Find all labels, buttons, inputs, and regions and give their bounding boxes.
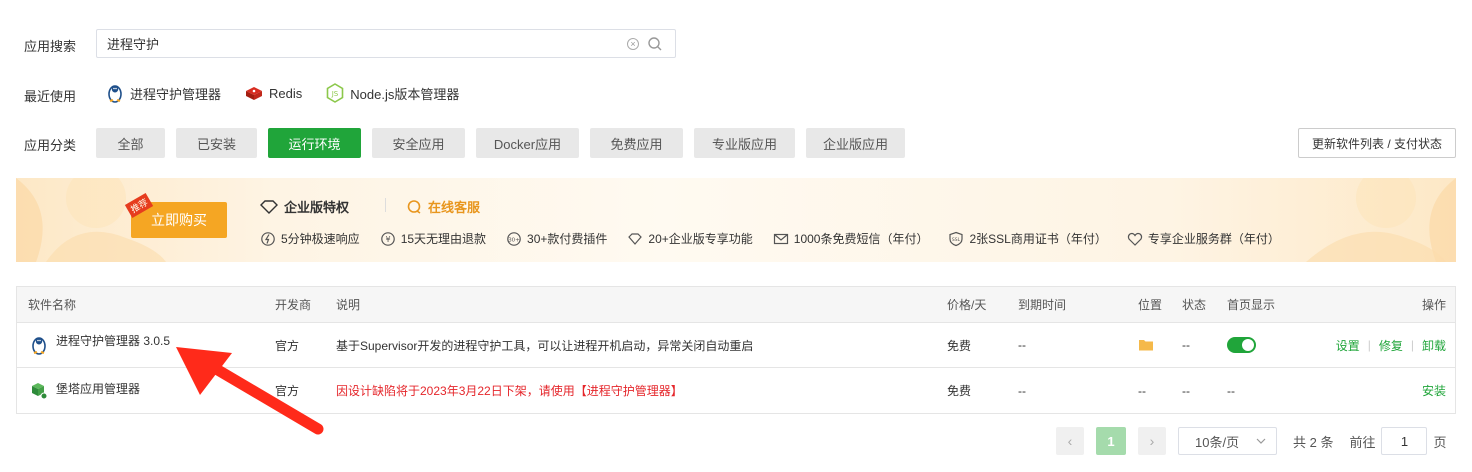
table-row: 进程守护管理器 3.0.5 官方 基于Supervisor开发的进程守护工具，可…	[17, 323, 1455, 368]
mail-icon	[773, 233, 788, 244]
chevron-down-icon	[1256, 438, 1266, 444]
lightning-icon	[261, 231, 275, 246]
clear-icon[interactable]: ×	[627, 37, 639, 50]
header-status: 状态	[1182, 298, 1207, 312]
software-name-bt-app-manager: 堡塔应用管理器	[30, 368, 140, 413]
recent-item-supervisor[interactable]: 进程守护管理器	[106, 83, 221, 103]
search-input[interactable]	[97, 30, 627, 57]
next-page-button[interactable]: ›	[1138, 427, 1166, 455]
prev-page-button[interactable]: ‹	[1056, 427, 1084, 455]
tab-free[interactable]: 免费应用	[590, 128, 683, 158]
tab-runtime[interactable]: 运行环境	[268, 128, 361, 158]
banner-divider	[385, 198, 386, 212]
install-link[interactable]: 安装	[1422, 382, 1446, 399]
header-actions: 操作	[1421, 298, 1446, 312]
software-name-supervisor: 进程守护管理器 3.0.5	[30, 323, 170, 367]
feature-item: 5分钟极速响应	[260, 230, 360, 247]
diamond-icon	[260, 199, 278, 214]
tab-docker[interactable]: Docker应用	[476, 128, 579, 158]
category-tabs: 全部 已安装 运行环境 安全应用 Docker应用 免费应用 专业版应用 企业版…	[96, 128, 905, 158]
repair-link[interactable]: 修复	[1379, 337, 1403, 354]
header-homepage: 首页显示	[1227, 298, 1276, 312]
feature-item: SSL 2张SSL商用证书（年付）	[948, 230, 1107, 247]
banner-decoration-right	[1306, 178, 1456, 262]
goto-label: 前往	[1349, 434, 1376, 450]
tab-all[interactable]: 全部	[96, 128, 165, 158]
search-icon[interactable]	[647, 36, 663, 52]
folder-icon[interactable]	[1138, 338, 1154, 352]
total-count: 共 2 条	[1293, 434, 1334, 450]
table-header: 软件名称 开发商 说明 价格/天 到期时间 位置 状态 首页显示 操作	[17, 287, 1455, 323]
recent-label: 最近使用	[24, 89, 77, 104]
refund-icon: ¥	[380, 231, 395, 246]
update-software-list-button[interactable]: 更新软件列表 / 支付状态	[1298, 128, 1456, 158]
homepage-toggle[interactable]	[1227, 337, 1256, 353]
row-actions: 安装	[1422, 368, 1446, 413]
header-name: 软件名称	[28, 298, 77, 312]
feature-item: 20+企业版专享功能	[627, 230, 753, 247]
header-developer: 开发商	[275, 298, 312, 312]
header-location: 位置	[1138, 298, 1163, 312]
tab-enterprise[interactable]: 企业版应用	[806, 128, 905, 158]
feature-item: ¥ 15天无理由退款	[380, 230, 486, 247]
recent-item-nodejs[interactable]: JS Node.js版本管理器	[326, 83, 459, 103]
page-1-button[interactable]: 1	[1096, 427, 1126, 455]
svg-text:¥: ¥	[385, 235, 390, 244]
enterprise-privilege-title: 企业版特权	[260, 197, 349, 216]
recent-list: 进程守护管理器 Redis JS Node.js版本管理器	[106, 83, 459, 103]
feature-list: 5分钟极速响应 ¥ 15天无理由退款 30+ 30+款付费插件 20+企业版专享…	[260, 230, 1280, 247]
header-expire: 到期时间	[1018, 298, 1067, 312]
software-table: 软件名称 开发商 说明 价格/天 到期时间 位置 状态 首页显示 操作 进程守护…	[16, 286, 1456, 414]
enterprise-banner: 推荐 立即购买 企业版特权 在线客服 5分钟极速响应 ¥ 15天无理由退款 30…	[16, 178, 1456, 262]
recent-item-redis[interactable]: Redis	[245, 83, 302, 103]
goto-page-input[interactable]	[1381, 427, 1428, 455]
page-size-select[interactable]: 10条/页	[1178, 427, 1277, 455]
location-folder[interactable]	[1138, 323, 1154, 367]
pagination: ‹ 1 › 10条/页 共 2 条 前往 页	[1056, 427, 1447, 455]
settings-link[interactable]: 设置	[1336, 337, 1360, 354]
homepage-toggle-cell	[1227, 323, 1256, 367]
buy-now-button[interactable]: 推荐 立即购买	[124, 193, 227, 238]
table-row: 堡塔应用管理器 官方 因设计缺陷将于2023年3月22日下架，请使用【进程守护管…	[17, 368, 1455, 413]
feature-item: 30+ 30+款付费插件	[506, 230, 607, 247]
plugin-icon: 30+	[507, 231, 521, 246]
category-label: 应用分类	[24, 138, 77, 153]
feature-item: 专享企业服务群（年付）	[1127, 230, 1280, 247]
tab-pro[interactable]: 专业版应用	[694, 128, 795, 158]
heart-icon	[1127, 232, 1142, 246]
header-price: 价格/天	[947, 298, 987, 312]
penguin-icon	[32, 337, 46, 355]
chat-icon	[407, 199, 421, 214]
svg-text:30+: 30+	[508, 237, 520, 243]
online-service-link[interactable]: 在线客服	[406, 197, 480, 216]
header-desc: 说明	[336, 298, 361, 312]
svg-text:JS: JS	[331, 90, 339, 98]
nodejs-icon: JS	[326, 83, 344, 103]
search-box[interactable]: ×	[96, 29, 676, 58]
svg-text:SSL: SSL	[952, 237, 961, 243]
row-actions: 设置 | 修复 | 卸载	[1335, 337, 1446, 354]
search-label: 应用搜索	[24, 39, 77, 54]
uninstall-link[interactable]: 卸载	[1422, 337, 1446, 354]
tab-installed[interactable]: 已安装	[176, 128, 257, 158]
ssl-icon: SSL	[949, 231, 964, 246]
feature-item: 1000条免费短信（年付）	[773, 230, 928, 247]
penguin-icon	[108, 85, 122, 103]
tab-security[interactable]: 安全应用	[372, 128, 465, 158]
redis-icon	[246, 87, 263, 100]
diamond-icon	[628, 232, 643, 245]
cube-icon	[32, 382, 48, 399]
goto-suffix: 页	[1433, 434, 1447, 450]
